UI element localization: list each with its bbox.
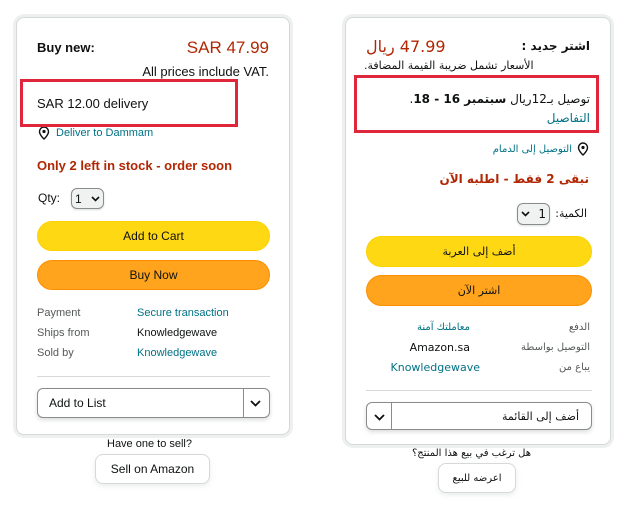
sell-on-amazon-label: Sell on Amazon xyxy=(110,462,195,476)
price: SAR 47.99 xyxy=(186,38,269,57)
buy-new-label: Buy new: xyxy=(37,40,95,55)
info-value-sold-by[interactable]: Knowledgewave xyxy=(391,361,480,374)
stock-status: Only 2 left in stock - order soon xyxy=(37,158,233,173)
buy-now-label: اشتر الآن xyxy=(457,284,501,297)
list-button-divider xyxy=(243,389,244,417)
deliver-to-text: التوصيل إلى الدمام xyxy=(492,143,572,155)
add-to-cart-button[interactable]: Add to Cart xyxy=(37,221,270,251)
quantity-select[interactable]: 1 xyxy=(71,188,104,209)
add-to-list-label: أضف إلى القائمة xyxy=(502,410,579,423)
qty-value: 1 xyxy=(538,207,546,221)
highlight-box-english xyxy=(20,79,238,127)
qty-value: 1 xyxy=(75,191,82,206)
deliver-to-link[interactable]: Deliver to Dammam xyxy=(38,126,153,140)
info-value-sold-by[interactable]: Knowledgewave xyxy=(137,347,217,359)
add-to-cart-button[interactable]: أضف إلى العربة xyxy=(366,236,592,267)
deliver-to-text: Deliver to Dammam xyxy=(56,127,154,139)
info-label-payment: الدفع xyxy=(568,322,590,333)
chevron-down-icon xyxy=(91,195,100,202)
quantity-select[interactable]: 1 xyxy=(517,203,550,225)
buy-now-label: Buy Now xyxy=(129,268,178,282)
deliver-to-link[interactable]: التوصيل إلى الدمام xyxy=(493,142,589,156)
info-label-ships-from: التوصيل بواسطة xyxy=(521,342,590,353)
price: 47.99 ريال xyxy=(366,37,446,56)
have-one-to-sell-text: Have one to sell? xyxy=(107,438,192,450)
sell-on-amazon-button[interactable]: Sell on Amazon xyxy=(95,454,210,484)
add-to-list-button[interactable]: Add to List xyxy=(37,388,270,418)
add-to-list-button[interactable]: أضف إلى القائمة xyxy=(366,402,592,430)
sell-on-amazon-button[interactable]: اعرضه للبيع xyxy=(438,463,516,493)
highlight-box-arabic xyxy=(354,75,599,133)
info-value-payment[interactable]: معاملتك آمنة xyxy=(417,322,470,333)
have-one-to-sell-text: هل ترغب في بيع هذا المنتج؟ xyxy=(412,448,532,459)
info-label-ships-from: Ships from xyxy=(37,327,90,339)
info-value-ships-from: Amazon.sa xyxy=(409,341,470,354)
divider xyxy=(366,390,592,391)
add-to-list-label: Add to List xyxy=(49,396,106,410)
qty-label: الكمية: xyxy=(555,207,587,220)
location-pin-icon xyxy=(577,142,589,156)
vat-note: All prices include VAT. xyxy=(142,64,269,79)
location-pin-icon xyxy=(38,126,50,140)
chevron-down-icon xyxy=(521,211,530,217)
sell-on-amazon-label: اعرضه للبيع xyxy=(452,472,502,484)
add-to-cart-label: Add to Cart xyxy=(123,229,184,243)
add-to-cart-label: أضف إلى العربة xyxy=(442,245,516,258)
buy-now-button[interactable]: اشتر الآن xyxy=(366,275,592,306)
list-button-divider xyxy=(391,403,392,429)
info-value-ships-from: Knowledgewave xyxy=(137,327,218,339)
chevron-down-icon[interactable] xyxy=(250,400,261,407)
info-label-sold-by: يباع من xyxy=(559,362,590,373)
chevron-down-icon[interactable] xyxy=(374,414,385,421)
divider xyxy=(37,376,270,377)
stock-status: تبقى 2 فقط - اطلبه الآن xyxy=(439,172,589,186)
info-label-sold-by: Sold by xyxy=(37,347,74,359)
qty-label: Qty: xyxy=(38,191,61,205)
buy-new-label: اشتر جديد : xyxy=(521,39,590,53)
info-value-payment[interactable]: Secure transaction xyxy=(137,307,229,319)
buy-now-button[interactable]: Buy Now xyxy=(37,260,270,290)
info-label-payment: Payment xyxy=(37,307,81,319)
vat-note: الأسعار تشمل ضريبة القيمة المضافة. xyxy=(364,59,534,72)
